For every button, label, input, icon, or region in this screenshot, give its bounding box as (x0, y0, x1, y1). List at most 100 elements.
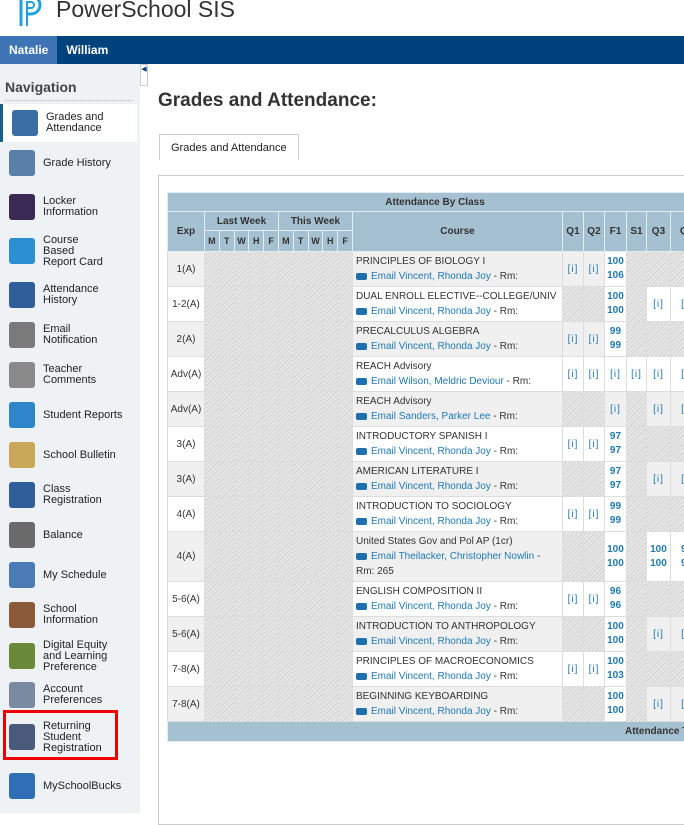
email-teacher-link[interactable]: Email Sanders, Parker Lee (371, 411, 491, 422)
col-q1[interactable]: Q1 (562, 212, 583, 252)
grade-score-link[interactable]: 100100 (647, 543, 670, 571)
sidebar-item-email[interactable]: Email Notification (0, 316, 137, 354)
student-tab-william[interactable]: William (57, 36, 117, 64)
grade-cell-empty (626, 497, 646, 532)
room: - Rm: (494, 271, 518, 282)
grade-cell-empty (583, 392, 604, 427)
email-teacher-link[interactable]: Email Vincent, Rhonda Joy (371, 306, 491, 317)
email-teacher-link[interactable]: Email Theilacker, Christopher Nowlin (371, 551, 534, 562)
email-teacher-link[interactable]: Email Vincent, Rhonda Joy (371, 516, 491, 527)
grade-info-link[interactable]: [i] (568, 594, 579, 605)
sidebar-item-report-card[interactable]: Course Based Report Card (0, 232, 137, 270)
grade-info-link[interactable]: [i] (610, 404, 621, 415)
grade-info-link[interactable]: [i] (631, 369, 642, 380)
grade-info-link[interactable]: [i] (653, 629, 664, 640)
grade-info-link[interactable]: [i] (589, 334, 600, 345)
email-teacher-link[interactable]: Email Vincent, Rhonda Joy (371, 671, 491, 682)
col-q4[interactable]: Q4 (670, 212, 684, 252)
grade-score-link[interactable]: 9999 (605, 325, 626, 353)
grade-info-link[interactable]: [i] (568, 439, 579, 450)
email-teacher-link[interactable]: Email Vincent, Rhonda Joy (371, 601, 491, 612)
grade-info-link[interactable]: [i] (653, 404, 664, 415)
col-q3[interactable]: Q3 (646, 212, 670, 252)
grade-info-link[interactable]: [i] (568, 509, 579, 520)
sidebar-item-comments[interactable]: Teacher Comments (0, 356, 137, 394)
email-icon (356, 483, 367, 490)
grade-score-link[interactable]: 9999 (605, 500, 626, 528)
grade-info-link[interactable]: [i] (568, 334, 579, 345)
attendance-day-cell (323, 357, 338, 392)
grade-score-link[interactable]: 9696 (605, 585, 626, 613)
email-teacher-link[interactable]: Email Vincent, Rhonda Joy (371, 481, 491, 492)
grade-info-link[interactable]: [i] (568, 264, 579, 275)
sidebar-item-schedule[interactable]: My Schedule (0, 556, 137, 594)
room: - Rm: (494, 706, 518, 717)
sidebar-item-grade-history[interactable]: Grade History (0, 144, 137, 182)
sidebar-item-grades[interactable]: Grades and Attendance (0, 104, 137, 142)
grade-cell-empty (583, 687, 604, 722)
sidebar-item-registration[interactable]: Class Registration (0, 476, 137, 514)
tab-grades-and-attendance[interactable]: Grades and Attendance (159, 134, 299, 160)
grade-info-link[interactable]: [i] (568, 369, 579, 380)
email-teacher-link[interactable]: Email Vincent, Rhonda Joy (371, 271, 491, 282)
grade-score-link[interactable]: 100100 (605, 620, 626, 648)
grade-score-link[interactable]: 9797 (605, 430, 626, 458)
course-cell: PRINCIPLES OF MACROECONOMICSEmail Vincen… (352, 652, 562, 687)
grade-score-link[interactable]: 9797 (605, 465, 626, 493)
grade-cell-empty (646, 652, 670, 687)
grade-info-link[interactable]: [i] (589, 509, 600, 520)
grade-score-link[interactable]: 100100 (605, 690, 626, 718)
email-teacher-link[interactable]: Email Vincent, Rhonda Joy (371, 341, 491, 352)
email-icon (356, 603, 367, 610)
grade-info-link[interactable]: [i] (589, 439, 600, 450)
grade-cell-empty (626, 617, 646, 652)
sidebar-item-locker[interactable]: Locker Information (0, 188, 137, 226)
sidebar-item-school[interactable]: School Information (0, 596, 137, 634)
grade-score-link[interactable]: 9999 (671, 543, 684, 571)
grade-info-link[interactable]: [i] (653, 299, 664, 310)
sidebar-item-attendance-history[interactable]: Attendance History (0, 276, 137, 314)
grade-info-link[interactable]: [i] (653, 699, 664, 710)
grade-info-link[interactable]: [i] (568, 664, 579, 675)
grade-cell: [i] (646, 357, 670, 392)
attendance-day-cell (308, 617, 323, 652)
email-teacher-link[interactable]: Email Vincent, Rhonda Joy (371, 446, 491, 457)
sidebar-item-student-reports[interactable]: Student Reports (0, 396, 137, 434)
grade-info-link[interactable]: [i] (589, 369, 600, 380)
grade-info-link[interactable]: [i] (610, 369, 621, 380)
sidebar-item-bulletin[interactable]: School Bulletin (0, 436, 137, 474)
grade-score-link[interactable]: 100100 (605, 290, 626, 318)
student-tab-natalie[interactable]: Natalie (0, 36, 57, 64)
sidebar-item-balance[interactable]: Balance (0, 516, 137, 554)
grade-info-link[interactable]: [i] (589, 264, 600, 275)
grade-score-link[interactable]: 100103 (605, 655, 626, 683)
room: - Rm: (493, 411, 517, 422)
col-last-week: Last Week (205, 212, 279, 231)
exp-cell: 4(A) (168, 532, 205, 582)
sidebar-item-account[interactable]: Account Preferences (0, 676, 137, 714)
sidebar-item-myschoolbucks[interactable]: MySchoolBucks (0, 767, 137, 805)
email-teacher-link[interactable]: Email Vincent, Rhonda Joy (371, 706, 491, 717)
grade-info-link[interactable]: [i] (589, 594, 600, 605)
grade-info-link[interactable]: [i] (653, 369, 664, 380)
registration-icon (9, 482, 35, 508)
email-teacher-link[interactable]: Email Vincent, Rhonda Joy (371, 636, 491, 647)
grade-score-link[interactable]: 100106 (605, 255, 626, 283)
sidebar-item-digital-equity[interactable]: Digital Equity and Learning Preference (0, 637, 137, 675)
grade-info-link[interactable]: [i] (589, 664, 600, 675)
attendance-day-cell (234, 497, 249, 532)
email-teacher-link[interactable]: Email Wilson, Meldric Deviour (371, 376, 504, 387)
exp-cell: Adv(A) (168, 357, 205, 392)
col-day: H (249, 231, 264, 252)
col-f1[interactable]: F1 (604, 212, 626, 252)
student-tabs: Natalie William (0, 36, 684, 64)
attendance-day-cell (338, 617, 353, 652)
col-s1[interactable]: S1 (626, 212, 646, 252)
grade-score-link[interactable]: 100100 (605, 543, 626, 571)
grade-info-link[interactable]: [i] (653, 474, 664, 485)
col-q2[interactable]: Q2 (583, 212, 604, 252)
email-icon (356, 378, 367, 385)
attendance-day-cell (323, 652, 338, 687)
grade-cell: [i] (670, 617, 684, 652)
attendance-day-cell (264, 652, 279, 687)
